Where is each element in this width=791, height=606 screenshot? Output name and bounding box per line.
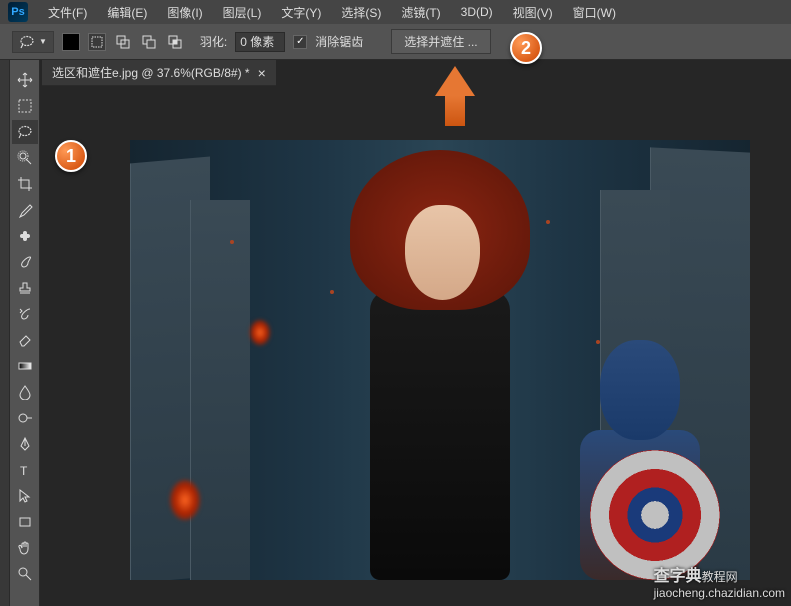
feather-label: 羽化: bbox=[200, 33, 227, 50]
dodge-tool[interactable] bbox=[12, 406, 38, 430]
tab-close-icon[interactable]: × bbox=[258, 65, 266, 81]
chevron-down-icon: ▼ bbox=[39, 37, 47, 46]
stamp-tool[interactable] bbox=[12, 276, 38, 300]
canvas-area: 选区和遮住e.jpg @ 37.6%(RGB/8#) * × bbox=[40, 60, 791, 606]
menu-select[interactable]: 选择(S) bbox=[333, 1, 389, 24]
annotation-callout-2: 2 bbox=[510, 32, 542, 64]
crop-tool[interactable] bbox=[12, 172, 38, 196]
annotation-callout-1: 1 bbox=[55, 140, 87, 172]
tab-title: 选区和遮住e.jpg @ 37.6%(RGB/8#) * bbox=[52, 64, 250, 81]
blur-tool[interactable] bbox=[12, 380, 38, 404]
tools-panel: T bbox=[10, 60, 40, 606]
marquee-tool[interactable] bbox=[12, 94, 38, 118]
annotation-arrow-icon bbox=[435, 66, 475, 126]
watermark-url: jiaocheng.chazidian.com bbox=[654, 586, 785, 600]
quick-select-tool[interactable] bbox=[12, 146, 38, 170]
options-bar: ▼ 羽化: ✓ 消除锯齿 选择并遮住 ... bbox=[0, 24, 791, 60]
menu-file[interactable]: 文件(F) bbox=[40, 1, 95, 24]
selection-add-icon[interactable] bbox=[114, 33, 132, 51]
watermark-suffix: 教程网 bbox=[702, 570, 738, 584]
move-tool[interactable] bbox=[12, 68, 38, 92]
rectangle-tool[interactable] bbox=[12, 510, 38, 534]
history-brush-tool[interactable] bbox=[12, 302, 38, 326]
selection-new-icon[interactable] bbox=[88, 33, 106, 51]
hand-tool[interactable] bbox=[12, 536, 38, 560]
active-tool-dropdown[interactable]: ▼ bbox=[12, 31, 54, 53]
select-and-mask-button[interactable]: 选择并遮住 ... bbox=[391, 29, 490, 54]
selection-subtract-icon[interactable] bbox=[140, 33, 158, 51]
menu-bar: Ps 文件(F) 编辑(E) 图像(I) 图层(L) 文字(Y) 选择(S) 滤… bbox=[0, 0, 791, 24]
menu-3d[interactable]: 3D(D) bbox=[453, 2, 501, 22]
path-select-tool[interactable] bbox=[12, 484, 38, 508]
document-canvas[interactable] bbox=[130, 140, 750, 580]
svg-text:T: T bbox=[20, 464, 28, 478]
eraser-tool[interactable] bbox=[12, 328, 38, 352]
lasso-icon bbox=[19, 34, 35, 50]
color-swatch[interactable] bbox=[62, 33, 80, 51]
canvas-image-figure-secondary bbox=[570, 340, 720, 580]
panel-dock-strip[interactable] bbox=[0, 60, 10, 606]
gradient-tool[interactable] bbox=[12, 354, 38, 378]
antialias-label: 消除锯齿 bbox=[315, 33, 363, 50]
antialias-checkbox[interactable]: ✓ bbox=[293, 35, 307, 49]
document-tab[interactable]: 选区和遮住e.jpg @ 37.6%(RGB/8#) * × bbox=[42, 60, 276, 86]
app-logo: Ps bbox=[8, 2, 28, 22]
lasso-tool[interactable] bbox=[12, 120, 38, 144]
menu-layer[interactable]: 图层(L) bbox=[215, 1, 270, 24]
menu-text[interactable]: 文字(Y) bbox=[273, 1, 329, 24]
pen-tool[interactable] bbox=[12, 432, 38, 456]
watermark-brand: 查字典 bbox=[654, 568, 702, 585]
menu-edit[interactable]: 编辑(E) bbox=[99, 1, 155, 24]
healing-tool[interactable] bbox=[12, 224, 38, 248]
menu-image[interactable]: 图像(I) bbox=[159, 1, 210, 24]
selection-intersect-icon[interactable] bbox=[166, 33, 184, 51]
feather-input[interactable] bbox=[235, 32, 285, 52]
eyedropper-tool[interactable] bbox=[12, 198, 38, 222]
watermark: 查字典教程网 jiaocheng.chazidian.com bbox=[654, 562, 785, 600]
menu-filter[interactable]: 滤镜(T) bbox=[393, 1, 448, 24]
canvas-image-figure-main bbox=[310, 150, 570, 580]
workspace: T 选区和遮住e.jpg @ 37.6%(RGB/8#) * × bbox=[0, 60, 791, 606]
menu-window[interactable]: 窗口(W) bbox=[565, 1, 624, 24]
zoom-tool[interactable] bbox=[12, 562, 38, 586]
brush-tool[interactable] bbox=[12, 250, 38, 274]
type-tool[interactable]: T bbox=[12, 458, 38, 482]
menu-view[interactable]: 视图(V) bbox=[505, 1, 561, 24]
